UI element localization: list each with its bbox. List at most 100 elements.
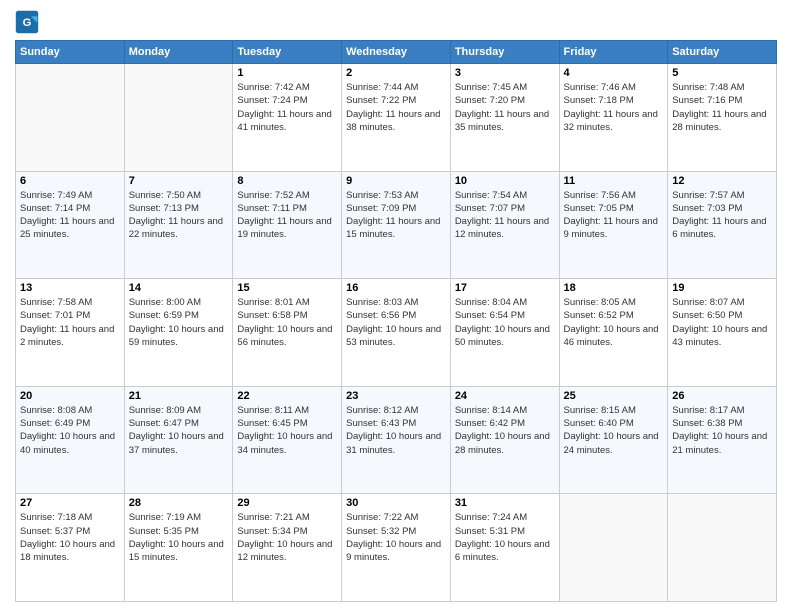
calendar-cell: 12 Sunrise: 7:57 AMSunset: 7:03 PMDayligh… — [668, 171, 777, 279]
calendar-cell: 24 Sunrise: 8:14 AMSunset: 6:42 PMDayligh… — [450, 386, 559, 494]
calendar-cell: 31Sunrise: 7:24 AMSunset: 5:31 PMDayligh… — [450, 494, 559, 602]
day-of-week-monday: Monday — [124, 41, 233, 64]
calendar-cell: 11 Sunrise: 7:56 AMSunset: 7:05 PMDayligh… — [559, 171, 668, 279]
day-number: 27 — [20, 497, 120, 509]
day-number: 17 — [455, 282, 555, 294]
day-number: 15 — [237, 282, 337, 294]
week-row-1: 1 Sunrise: 7:42 AMSunset: 7:24 PMDaylight… — [16, 64, 777, 172]
day-number: 13 — [20, 282, 120, 294]
day-of-week-saturday: Saturday — [668, 41, 777, 64]
calendar-cell: 13 Sunrise: 7:58 AMSunset: 7:01 PMDayligh… — [16, 279, 125, 387]
day-number: 10 — [455, 175, 555, 187]
day-info: Sunrise: 7:57 AMSunset: 7:03 PMDaylight:… — [672, 189, 772, 242]
day-info: Sunrise: 7:56 AMSunset: 7:05 PMDaylight:… — [564, 189, 664, 242]
day-number: 1 — [237, 67, 337, 79]
day-info: Sunrise: 8:12 AMSunset: 6:43 PMDaylight:… — [346, 404, 446, 457]
day-number: 11 — [564, 175, 664, 187]
calendar-cell: 19 Sunrise: 8:07 AMSunset: 6:50 PMDayligh… — [668, 279, 777, 387]
logo: G — [15, 10, 43, 34]
day-info: Sunrise: 7:42 AMSunset: 7:24 PMDaylight:… — [237, 81, 337, 134]
day-info: Sunrise: 8:00 AMSunset: 6:59 PMDaylight:… — [129, 296, 229, 349]
day-number: 8 — [237, 175, 337, 187]
calendar-cell: 3Sunrise: 7:45 AMSunset: 7:20 PMDaylight… — [450, 64, 559, 172]
day-number: 6 — [20, 175, 120, 187]
day-number: 19 — [672, 282, 772, 294]
day-info: Sunrise: 8:07 AMSunset: 6:50 PMDaylight:… — [672, 296, 772, 349]
day-info: Sunrise: 7:50 AMSunset: 7:13 PMDaylight:… — [129, 189, 229, 242]
calendar-cell: 21Sunrise: 8:09 AMSunset: 6:47 PMDayligh… — [124, 386, 233, 494]
calendar-header: SundayMondayTuesdayWednesdayThursdayFrid… — [16, 41, 777, 64]
day-of-week-wednesday: Wednesday — [342, 41, 451, 64]
logo-icon: G — [15, 10, 39, 34]
calendar-cell: 5Sunrise: 7:48 AMSunset: 7:16 PMDaylight… — [668, 64, 777, 172]
week-row-5: 27 Sunrise: 7:18 AMSunset: 5:37 PMDayligh… — [16, 494, 777, 602]
calendar-body: 1 Sunrise: 7:42 AMSunset: 7:24 PMDaylight… — [16, 64, 777, 602]
day-number: 18 — [564, 282, 664, 294]
calendar-cell: 27 Sunrise: 7:18 AMSunset: 5:37 PMDayligh… — [16, 494, 125, 602]
calendar-cell: 6 Sunrise: 7:49 AMSunset: 7:14 PMDaylight… — [16, 171, 125, 279]
day-info: Sunrise: 7:53 AMSunset: 7:09 PMDaylight:… — [346, 189, 446, 242]
day-of-week-friday: Friday — [559, 41, 668, 64]
calendar-cell: 15 Sunrise: 8:01 AMSunset: 6:58 PMDayligh… — [233, 279, 342, 387]
calendar-table: SundayMondayTuesdayWednesdayThursdayFrid… — [15, 40, 777, 602]
day-number: 9 — [346, 175, 446, 187]
day-of-week-tuesday: Tuesday — [233, 41, 342, 64]
day-info: Sunrise: 7:44 AMSunset: 7:22 PMDaylight:… — [346, 81, 446, 134]
svg-text:G: G — [23, 17, 32, 29]
calendar-cell: 14 Sunrise: 8:00 AMSunset: 6:59 PMDayligh… — [124, 279, 233, 387]
day-info: Sunrise: 7:54 AMSunset: 7:07 PMDaylight:… — [455, 189, 555, 242]
day-number: 22 — [237, 390, 337, 402]
day-info: Sunrise: 7:18 AMSunset: 5:37 PMDaylight:… — [20, 511, 120, 564]
day-info: Sunrise: 7:46 AMSunset: 7:18 PMDaylight:… — [564, 81, 664, 134]
day-info: Sunrise: 8:03 AMSunset: 6:56 PMDaylight:… — [346, 296, 446, 349]
day-info: Sunrise: 8:04 AMSunset: 6:54 PMDaylight:… — [455, 296, 555, 349]
day-number: 16 — [346, 282, 446, 294]
day-number: 24 — [455, 390, 555, 402]
calendar-cell: 16 Sunrise: 8:03 AMSunset: 6:56 PMDayligh… — [342, 279, 451, 387]
day-info: Sunrise: 7:19 AMSunset: 5:35 PMDaylight:… — [129, 511, 229, 564]
week-row-2: 6 Sunrise: 7:49 AMSunset: 7:14 PMDaylight… — [16, 171, 777, 279]
day-number: 26 — [672, 390, 772, 402]
calendar-cell — [124, 64, 233, 172]
day-number: 20 — [20, 390, 120, 402]
calendar-cell — [559, 494, 668, 602]
day-info: Sunrise: 8:01 AMSunset: 6:58 PMDaylight:… — [237, 296, 337, 349]
day-number: 7 — [129, 175, 229, 187]
calendar-cell: 28 Sunrise: 7:19 AMSunset: 5:35 PMDayligh… — [124, 494, 233, 602]
day-info: Sunrise: 8:14 AMSunset: 6:42 PMDaylight:… — [455, 404, 555, 457]
calendar-cell: 2 Sunrise: 7:44 AMSunset: 7:22 PMDaylight… — [342, 64, 451, 172]
day-number: 3 — [455, 67, 555, 79]
calendar-cell: 17 Sunrise: 8:04 AMSunset: 6:54 PMDayligh… — [450, 279, 559, 387]
day-number: 4 — [564, 67, 664, 79]
day-number: 2 — [346, 67, 446, 79]
day-number: 14 — [129, 282, 229, 294]
week-row-3: 13 Sunrise: 7:58 AMSunset: 7:01 PMDayligh… — [16, 279, 777, 387]
day-info: Sunrise: 8:15 AMSunset: 6:40 PMDaylight:… — [564, 404, 664, 457]
calendar-cell: 23 Sunrise: 8:12 AMSunset: 6:43 PMDayligh… — [342, 386, 451, 494]
calendar-cell: 22Sunrise: 8:11 AMSunset: 6:45 PMDayligh… — [233, 386, 342, 494]
calendar-cell: 25 Sunrise: 8:15 AMSunset: 6:40 PMDayligh… — [559, 386, 668, 494]
day-info: Sunrise: 8:08 AMSunset: 6:49 PMDaylight:… — [20, 404, 120, 457]
day-number: 12 — [672, 175, 772, 187]
day-info: Sunrise: 7:58 AMSunset: 7:01 PMDaylight:… — [20, 296, 120, 349]
header: G — [15, 10, 777, 34]
day-info: Sunrise: 7:49 AMSunset: 7:14 PMDaylight:… — [20, 189, 120, 242]
calendar-cell — [668, 494, 777, 602]
calendar-cell: 1 Sunrise: 7:42 AMSunset: 7:24 PMDaylight… — [233, 64, 342, 172]
day-info: Sunrise: 7:52 AMSunset: 7:11 PMDaylight:… — [237, 189, 337, 242]
day-info: Sunrise: 7:21 AMSunset: 5:34 PMDaylight:… — [237, 511, 337, 564]
calendar-cell: 10 Sunrise: 7:54 AMSunset: 7:07 PMDayligh… — [450, 171, 559, 279]
calendar-cell: 8 Sunrise: 7:52 AMSunset: 7:11 PMDaylight… — [233, 171, 342, 279]
calendar-page: G SundayMondayTuesdayWednesdayThursdayFr… — [0, 0, 792, 612]
header-row: SundayMondayTuesdayWednesdayThursdayFrid… — [16, 41, 777, 64]
day-info: Sunrise: 8:17 AMSunset: 6:38 PMDaylight:… — [672, 404, 772, 457]
day-info: Sunrise: 8:09 AMSunset: 6:47 PMDaylight:… — [129, 404, 229, 457]
day-number: 23 — [346, 390, 446, 402]
day-number: 25 — [564, 390, 664, 402]
calendar-cell: 7 Sunrise: 7:50 AMSunset: 7:13 PMDaylight… — [124, 171, 233, 279]
day-number: 30 — [346, 497, 446, 509]
calendar-cell: 9 Sunrise: 7:53 AMSunset: 7:09 PMDaylight… — [342, 171, 451, 279]
day-number: 28 — [129, 497, 229, 509]
week-row-4: 20 Sunrise: 8:08 AMSunset: 6:49 PMDayligh… — [16, 386, 777, 494]
calendar-cell: 30Sunrise: 7:22 AMSunset: 5:32 PMDayligh… — [342, 494, 451, 602]
